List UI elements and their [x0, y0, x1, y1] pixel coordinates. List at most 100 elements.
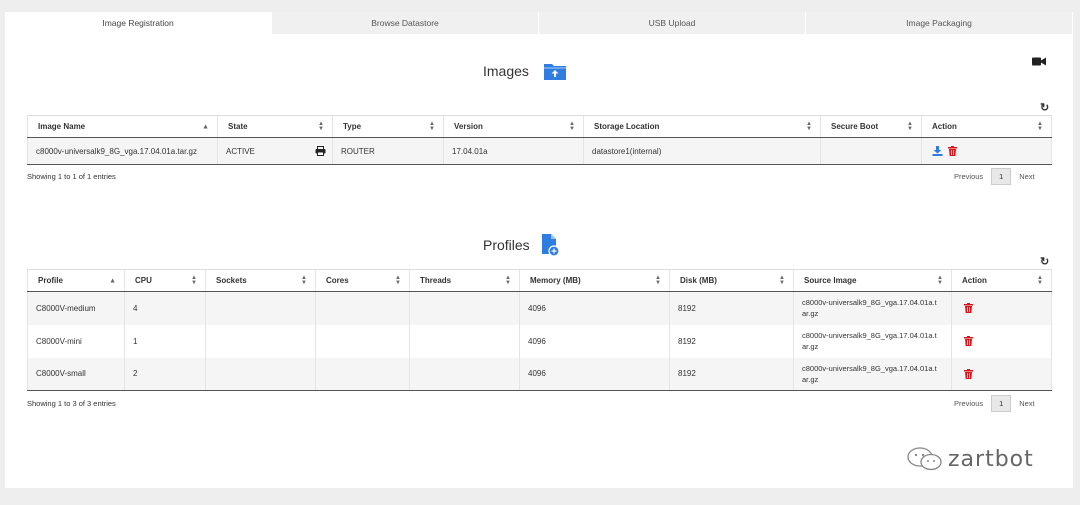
- delete-icon[interactable]: [964, 336, 973, 346]
- storage-location-cell: datastore1(internal): [583, 137, 821, 165]
- col-source-image[interactable]: Source Image ▲ ▼: [793, 269, 952, 292]
- download-icon[interactable]: [932, 146, 943, 156]
- video-camera-icon[interactable]: [1032, 56, 1046, 67]
- cpu-cell: 2: [124, 357, 206, 391]
- source-image-cell: c8000v-universalk9_8G_vga.17.04.01a.t ar.…: [793, 291, 952, 325]
- col-label: Disk (MB): [680, 276, 717, 285]
- col-label: Image Name: [38, 122, 86, 131]
- sockets-cell: [205, 291, 316, 325]
- memory-cell: 4096: [519, 357, 670, 391]
- profiles-pagination: Previous 1 Next: [954, 395, 1035, 412]
- table-row: C8000V-mini 1 4096 8192 c8000v-universal…: [27, 324, 1052, 358]
- col-label: Threads: [420, 276, 452, 285]
- source-image-cell: c8000v-universalk9_8G_vga.17.04.01a.t ar.…: [793, 324, 952, 358]
- cores-cell: [315, 324, 410, 358]
- cores-cell: [315, 357, 410, 391]
- delete-icon[interactable]: [964, 368, 973, 379]
- printer-icon[interactable]: [315, 146, 326, 156]
- tab-image-registration[interactable]: Image Registration: [5, 12, 272, 34]
- col-profile[interactable]: Profile ▲: [27, 269, 125, 292]
- cpu-cell: 4: [124, 291, 206, 325]
- col-type[interactable]: Type ▲ ▼: [332, 115, 444, 138]
- images-entries-info: Showing 1 to 1 of 1 entries: [27, 172, 116, 181]
- type-cell: ROUTER: [332, 137, 444, 165]
- watermark: zartbot: [906, 446, 1034, 472]
- col-label: Storage Location: [594, 122, 660, 131]
- col-state[interactable]: State ▲ ▼: [217, 115, 333, 138]
- col-label: Profile: [38, 276, 63, 285]
- memory-cell: 4096: [519, 291, 670, 325]
- col-label: Action: [962, 276, 987, 285]
- table-row: C8000V-medium 4 4096 8192 c8000v-univers…: [27, 291, 1052, 325]
- version-cell: 17.04.01a: [443, 137, 584, 165]
- source-image-cell: c8000v-universalk9_8G_vga.17.04.01a.t ar.…: [793, 357, 952, 391]
- delete-icon[interactable]: [964, 303, 973, 314]
- watermark-text: zartbot: [948, 446, 1034, 472]
- images-refresh-icon[interactable]: ↻: [1040, 101, 1049, 114]
- file-add-icon[interactable]: [540, 233, 560, 257]
- action-cell: [921, 137, 1052, 165]
- table-row: c8000v-universalk9_8G_vga.17.04.01a.tar.…: [27, 137, 1052, 165]
- images-header-row: Image Name ▲ State ▲ ▼ Type ▲ ▼ Version ▲ ▼ Sto…: [27, 115, 1052, 138]
- col-sockets[interactable]: Sockets ▲ ▼: [205, 269, 316, 292]
- profile-cell: C8000V-mini: [27, 324, 125, 358]
- col-label: Source Image: [804, 276, 857, 285]
- source-line: c8000v-universalk9_8G_vga.17.04.01a.t: [802, 363, 937, 373]
- tab-usb-upload[interactable]: USB Upload: [539, 12, 806, 34]
- threads-cell: [409, 324, 520, 358]
- source-line: ar.gz: [802, 309, 819, 319]
- col-label: Action: [932, 122, 957, 131]
- profiles-entries-info: Showing 1 to 3 of 3 entries: [27, 399, 116, 408]
- wechat-logo-icon: [907, 447, 942, 471]
- action-cell: [951, 324, 1052, 358]
- col-label: Sockets: [216, 276, 247, 285]
- next-button[interactable]: Next: [1019, 399, 1034, 408]
- delete-icon[interactable]: [948, 146, 958, 156]
- previous-button[interactable]: Previous: [954, 172, 983, 181]
- tab-image-packaging[interactable]: Image Packaging: [806, 12, 1073, 34]
- col-cores[interactable]: Cores ▲ ▼: [315, 269, 410, 292]
- col-label: Cores: [326, 276, 349, 285]
- col-version[interactable]: Version ▲ ▼: [443, 115, 584, 138]
- page-1-button[interactable]: 1: [991, 395, 1012, 412]
- source-line: ar.gz: [802, 342, 819, 351]
- tab-browse-datastore[interactable]: Browse Datastore: [272, 12, 539, 34]
- col-label: State: [228, 122, 248, 131]
- source-line: c8000v-universalk9_8G_vga.17.04.01a.t: [802, 331, 937, 340]
- images-table: Image Name ▲ State ▲ ▼ Type ▲ ▼ Version ▲ ▼ Sto…: [27, 115, 1052, 165]
- col-image-name[interactable]: Image Name ▲: [27, 115, 218, 138]
- memory-cell: 4096: [519, 324, 670, 358]
- images-section-header: Images: [483, 61, 567, 81]
- col-label: Version: [454, 122, 483, 131]
- folder-upload-icon[interactable]: [543, 61, 567, 81]
- col-cpu[interactable]: CPU ▲ ▼: [124, 269, 206, 292]
- sockets-cell: [205, 357, 316, 391]
- images-pagination: Previous 1 Next: [954, 168, 1035, 185]
- profiles-title: Profiles: [483, 237, 530, 253]
- profiles-header-row: Profile ▲ CPU ▲ ▼ Sockets ▲ ▼ Cores ▲ ▼ Threads…: [27, 269, 1052, 292]
- profiles-section-header: Profiles: [483, 233, 560, 257]
- table-row: C8000V-small 2 4096 8192 c8000v-universa…: [27, 357, 1052, 391]
- threads-cell: [409, 357, 520, 391]
- col-storage-location[interactable]: Storage Location ▲ ▼: [583, 115, 821, 138]
- page-1-button[interactable]: 1: [991, 168, 1012, 185]
- next-button[interactable]: Next: [1019, 172, 1034, 181]
- col-label: Secure Boot: [831, 122, 879, 131]
- col-action[interactable]: Action ▲ ▼: [921, 115, 1052, 138]
- col-label: CPU: [135, 276, 152, 285]
- previous-button[interactable]: Previous: [954, 399, 983, 408]
- cores-cell: [315, 291, 410, 325]
- profiles-refresh-icon[interactable]: ↻: [1040, 255, 1049, 268]
- col-memory[interactable]: Memory (MB) ▲ ▼: [519, 269, 670, 292]
- col-disk[interactable]: Disk (MB) ▲ ▼: [669, 269, 794, 292]
- secure-boot-cell: [820, 137, 922, 165]
- profile-cell: C8000V-small: [27, 357, 125, 391]
- profile-cell: C8000V-medium: [27, 291, 125, 325]
- col-label: Type: [343, 122, 362, 131]
- col-threads[interactable]: Threads ▲ ▼: [409, 269, 520, 292]
- profiles-table: Profile ▲ CPU ▲ ▼ Sockets ▲ ▼ Cores ▲ ▼ Threads…: [27, 269, 1052, 391]
- action-cell: [951, 291, 1052, 325]
- source-line: ar.gz: [802, 374, 819, 384]
- col-secure-boot[interactable]: Secure Boot ▲ ▼: [820, 115, 922, 138]
- col-action[interactable]: Action ▲ ▼: [951, 269, 1052, 292]
